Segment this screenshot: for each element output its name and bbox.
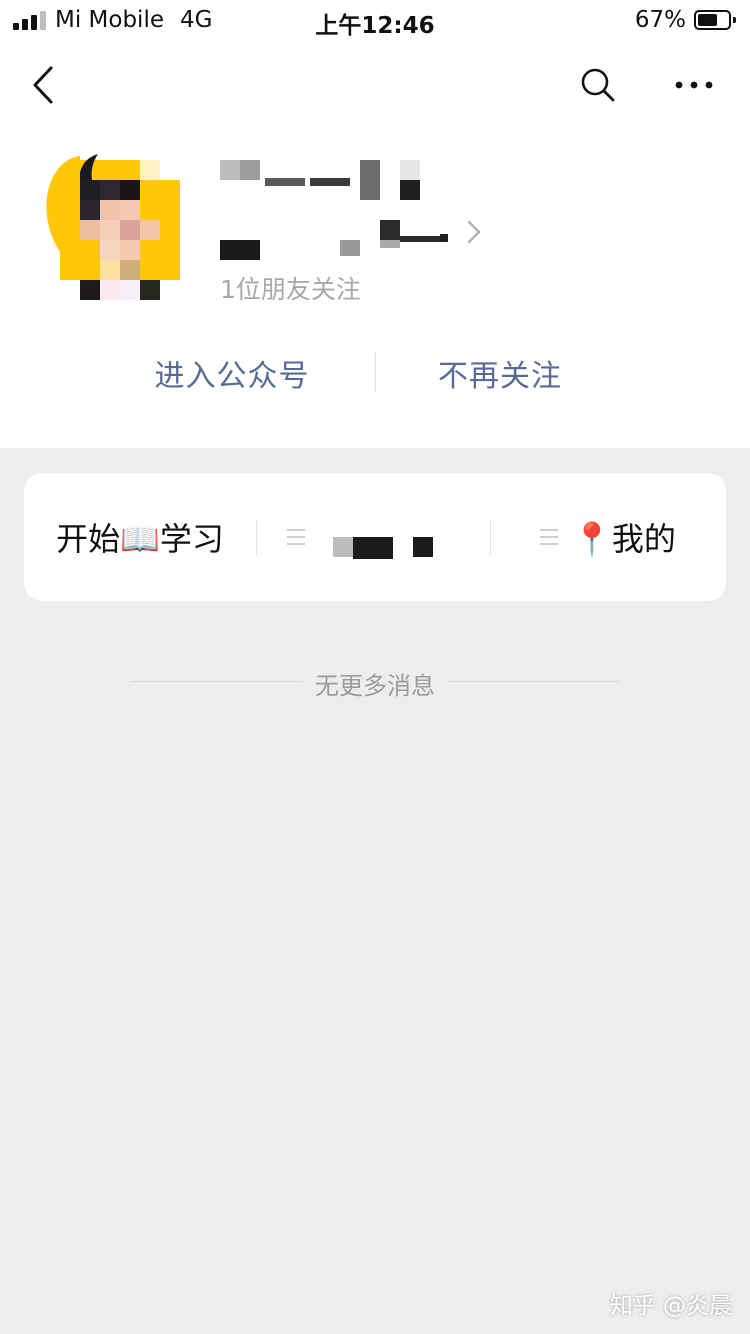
battery-icon	[694, 10, 736, 30]
more-button[interactable]	[664, 50, 724, 120]
menu-item-label-redacted	[319, 515, 459, 559]
menu-item-label: 📍我的	[572, 520, 676, 558]
no-more-text: 无更多消息	[303, 672, 447, 700]
account-name-redacted	[220, 158, 460, 202]
menu-item-mine[interactable]: 📍我的	[490, 473, 726, 601]
avatar[interactable]	[40, 152, 180, 300]
avatar-image	[46, 154, 180, 300]
chevron-left-icon	[33, 66, 53, 104]
status-bar: Mi Mobile 4G 上午12:46 67%	[0, 0, 750, 40]
unfollow-button[interactable]: 不再关注	[370, 340, 630, 406]
account-description-redacted[interactable]	[220, 216, 490, 260]
menu-bar: 开始📖学习 📍我的	[24, 473, 726, 601]
menu-list-icon	[540, 529, 559, 545]
battery-percent: 67%	[634, 7, 686, 33]
chevron-right-icon	[467, 220, 481, 244]
search-icon	[581, 68, 615, 102]
no-more-messages: 无更多消息	[130, 666, 620, 700]
menu-item-label: 开始📖学习	[56, 520, 224, 558]
search-button[interactable]	[573, 50, 623, 120]
menu-list-icon	[287, 529, 305, 545]
more-icon	[675, 81, 713, 89]
nav-bar	[0, 50, 750, 120]
followers-count: 1位朋友关注	[220, 275, 361, 304]
menu-item-start-learning[interactable]: 开始📖学习	[24, 473, 256, 601]
menu-item-redacted[interactable]	[256, 473, 490, 601]
enter-account-button[interactable]: 进入公众号	[102, 340, 362, 406]
back-button[interactable]	[18, 50, 68, 120]
watermark: 知乎 @炎晨	[609, 1293, 732, 1319]
